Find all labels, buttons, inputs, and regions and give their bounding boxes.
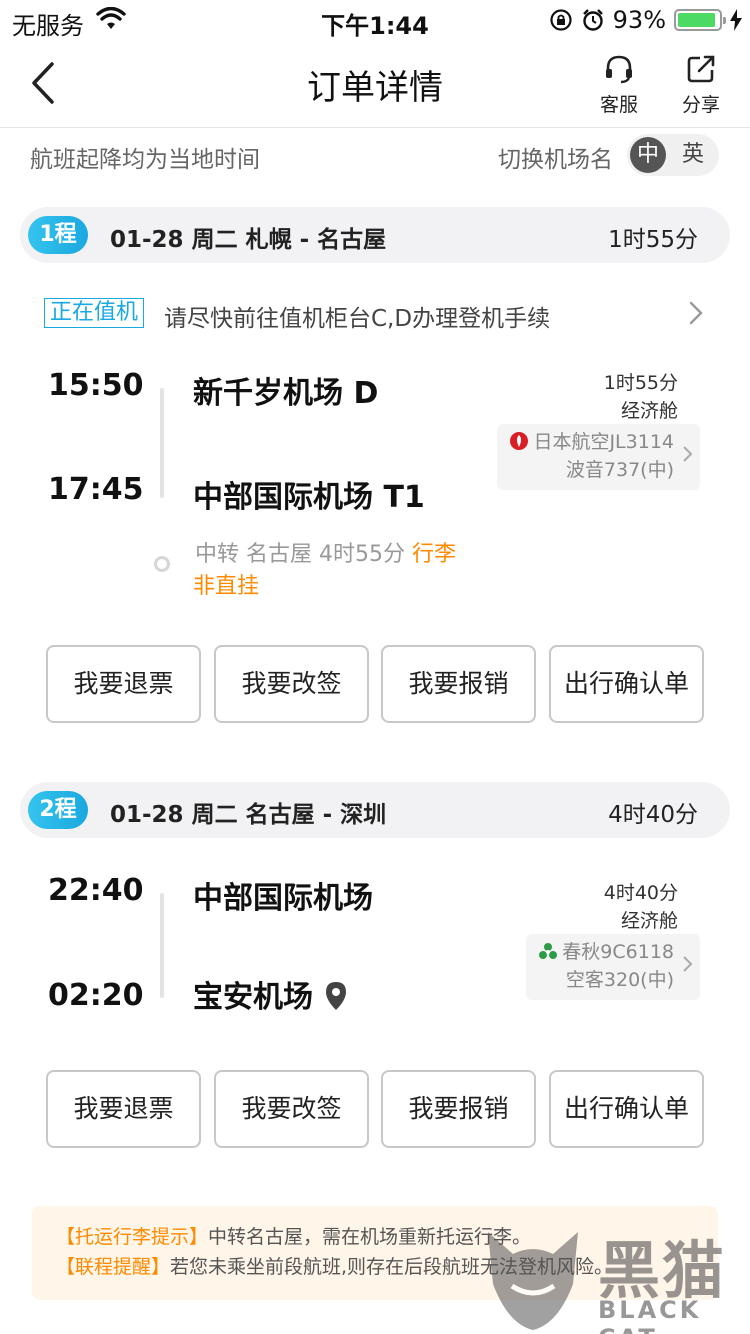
departure-time: 22:40: [48, 873, 144, 908]
headset-icon: [606, 55, 632, 84]
arrival-time: 02:20: [48, 978, 144, 1013]
black-cat-logo-icon: [488, 1232, 578, 1330]
itinerary-button[interactable]: 出行确认单: [549, 645, 704, 723]
segment-duration: 1时55分: [608, 227, 698, 253]
departure-airport: 中部国际机场: [193, 881, 373, 916]
segment-2-actions: 我要退票 我要改签 我要报销 出行确认单: [46, 1070, 704, 1148]
language-toggle[interactable]: 中 英: [627, 134, 719, 176]
aircraft-type: 波音737(中): [565, 459, 674, 481]
timezone-notice-row: 航班起降均为当地时间 切换机场名 中 英: [0, 128, 750, 184]
airport-name-switch-label: 切换机场名: [498, 147, 613, 173]
arrival-time: 17:45: [48, 472, 144, 507]
cabin-class: 经济舱: [620, 400, 678, 422]
airline-line: 春秋9C6118: [538, 938, 674, 966]
refund-button[interactable]: 我要退票: [46, 645, 201, 723]
baggage-tip-tag: 【托运行李提示】: [56, 1226, 209, 1248]
battery-percent: 93%: [612, 6, 666, 34]
change-button[interactable]: 我要改签: [214, 645, 369, 723]
timeline-line: [160, 893, 164, 998]
transfer-info: 中转 名古屋 4时55分 行李: [195, 536, 456, 568]
segment-1-actions: 我要退票 我要改签 我要报销 出行确认单: [46, 645, 704, 723]
status-right: 93%: [549, 5, 742, 35]
share-button[interactable]: 分享: [666, 54, 736, 117]
segment-route: 01-28 周二 札幌 - 名古屋: [110, 227, 387, 253]
customer-service-label: 客服: [599, 94, 638, 116]
arrival-airport: 中部国际机场 T1: [193, 480, 425, 515]
baggage-tag[interactable]: 行李: [412, 542, 456, 567]
share-label: 分享: [681, 94, 720, 116]
reimburse-button[interactable]: 我要报销: [381, 1070, 536, 1148]
segment-1-header: 1程 01-28 周二 札幌 - 名古屋 1时55分: [20, 207, 730, 263]
departure-airport: 新千岁机场 D: [193, 376, 379, 411]
arrival-airport-row: 宝安机场: [193, 972, 349, 1016]
timezone-note: 航班起降均为当地时间: [30, 147, 260, 173]
location-pin-icon[interactable]: [323, 981, 349, 1011]
arrival-airport: 宝安机场: [193, 980, 313, 1015]
checkin-status-tag: 正在值机: [44, 298, 145, 328]
airline-name: 日本航空JL3114: [533, 431, 674, 453]
share-icon: [687, 55, 715, 83]
battery-level: [678, 13, 716, 27]
status-bar: 无服务 下午1:44 93%: [0, 0, 750, 40]
connection-tip-tag: 【联程提醒】: [56, 1256, 171, 1278]
airline-name: 春秋9C6118: [562, 941, 674, 963]
flight-info-card[interactable]: 日本航空JL3114 波音737(中): [497, 424, 700, 490]
flight-info-card[interactable]: 春秋9C6118 空客320(中): [526, 934, 700, 1000]
flight-duration: 4时40分: [603, 882, 678, 904]
refund-button[interactable]: 我要退票: [46, 1070, 201, 1148]
segment-badge: 1程: [28, 216, 88, 254]
reimburse-button[interactable]: 我要报销: [381, 645, 536, 723]
customer-service-button[interactable]: 客服: [584, 54, 654, 117]
airline-line: 日本航空JL3114: [509, 428, 674, 456]
change-button[interactable]: 我要改签: [214, 1070, 369, 1148]
orientation-lock-icon: [550, 9, 572, 31]
nav-bar: 订单详情 客服 分享: [0, 40, 750, 128]
segment-route: 01-28 周二 名古屋 - 深圳: [110, 802, 387, 828]
jal-logo-icon: [510, 432, 529, 450]
checkin-text: 请尽快前往值机柜台C,D办理登机手续: [164, 306, 551, 332]
watermark-en: BLACK CAT: [598, 1296, 702, 1334]
segment-badge: 2程: [28, 791, 88, 829]
itinerary-button[interactable]: 出行确认单: [549, 1070, 704, 1148]
chevron-right-icon: [689, 301, 703, 325]
lang-option-chinese[interactable]: 中: [630, 137, 666, 173]
lang-option-english[interactable]: 英: [682, 137, 704, 173]
spring-airlines-logo-icon: [539, 943, 558, 959]
segment-2-header: 2程 01-28 周二 名古屋 - 深圳 4时40分: [20, 782, 730, 838]
baggage-not-through-checked: 非直挂: [193, 574, 260, 599]
alarm-icon: [582, 9, 603, 31]
departure-time: 15:50: [48, 368, 144, 403]
battery-icon: [674, 9, 726, 31]
timeline-line: [160, 388, 164, 498]
black-cat-watermark: 黑猫 BLACK CAT: [478, 1214, 750, 1334]
charging-bolt-icon: [730, 9, 742, 31]
checkin-notice[interactable]: 正在值机 请尽快前往值机柜台C,D办理登机手续: [44, 298, 704, 332]
chevron-right-icon: [683, 446, 693, 462]
flight-duration: 1时55分: [603, 372, 678, 394]
segment-duration: 4时40分: [608, 802, 698, 828]
transfer-detail: 中转 名古屋 4时55分: [195, 542, 412, 567]
chevron-right-icon: [683, 956, 693, 972]
transfer-dot: [154, 556, 170, 572]
aircraft-type: 空客320(中): [565, 969, 674, 991]
cabin-class: 经济舱: [620, 910, 678, 932]
